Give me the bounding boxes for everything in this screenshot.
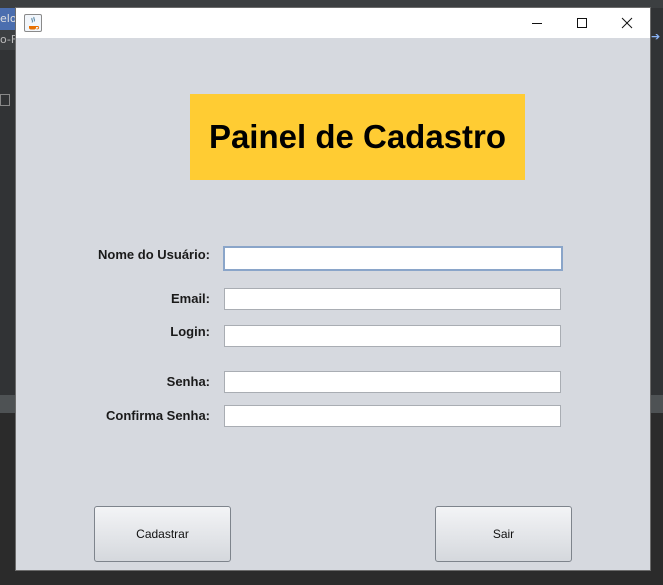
minimize-icon	[532, 23, 542, 24]
background-status-strip-right	[650, 395, 663, 413]
background-editor-tab: elo	[0, 8, 16, 30]
username-input[interactable]	[223, 246, 563, 271]
exit-button[interactable]: Sair	[435, 506, 572, 562]
confirm-password-label: Confirma Senha:	[105, 408, 210, 423]
page-title: Painel de Cadastro	[208, 118, 507, 155]
maximize-button[interactable]	[559, 8, 605, 38]
email-label: Email:	[170, 291, 210, 306]
close-icon	[621, 17, 633, 29]
maximize-icon	[577, 18, 587, 28]
background-right-panel	[650, 8, 663, 413]
background-status-strip	[0, 395, 16, 413]
window-titlebar[interactable]	[16, 8, 650, 38]
background-strip	[0, 0, 663, 8]
arrow-right-icon: ➔	[651, 30, 661, 43]
minimize-button[interactable]	[514, 8, 560, 38]
header-banner: Painel de Cadastro	[190, 94, 525, 180]
close-button[interactable]	[604, 8, 650, 38]
java-app-icon	[24, 14, 42, 32]
background-editor-tab-secondary: o-F	[0, 30, 16, 50]
registration-window: Painel de Cadastro Nome do Usuário: Emai…	[16, 8, 650, 570]
username-label: Nome do Usuário:	[98, 247, 210, 262]
password-label: Senha:	[166, 374, 210, 389]
form-panel: Painel de Cadastro Nome do Usuário: Emai…	[16, 38, 650, 570]
email-input[interactable]	[224, 288, 561, 310]
login-label: Login:	[170, 324, 210, 339]
collapse-icon	[0, 94, 10, 106]
confirm-password-input[interactable]	[224, 405, 561, 427]
register-button[interactable]: Cadastrar	[94, 506, 231, 562]
password-input[interactable]	[224, 371, 561, 393]
login-input[interactable]	[224, 325, 561, 347]
